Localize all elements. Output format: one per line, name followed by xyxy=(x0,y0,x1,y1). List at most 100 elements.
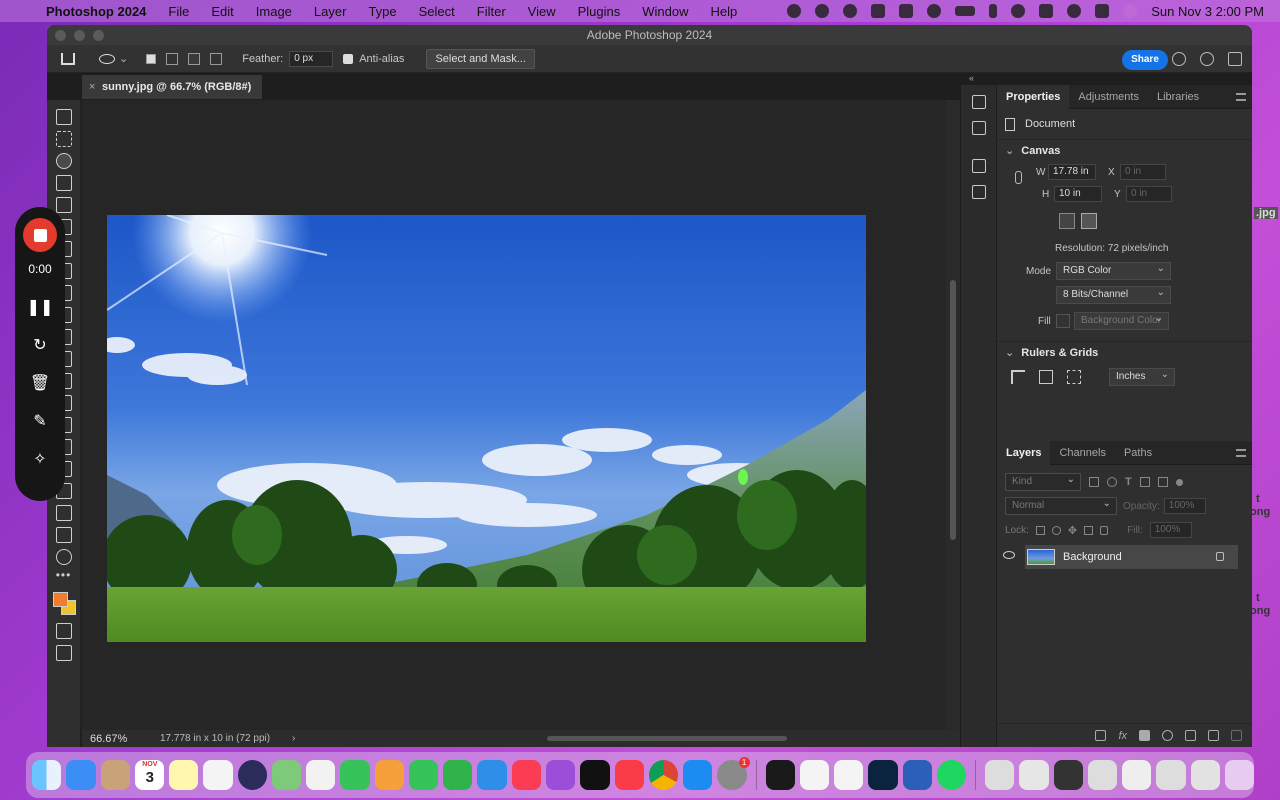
maps-icon[interactable] xyxy=(271,760,302,790)
tab-libraries[interactable]: Libraries xyxy=(1148,85,1208,109)
pencil-icon[interactable]: ✎ xyxy=(33,411,46,435)
quick-selection-tool-icon[interactable] xyxy=(55,175,72,191)
menu-view[interactable]: View xyxy=(528,4,556,19)
character-icon[interactable] xyxy=(971,159,986,173)
menu-file[interactable]: File xyxy=(168,4,189,19)
minimized-window-thumbnail[interactable] xyxy=(1053,760,1083,790)
fill-dropdown[interactable]: Background Color xyxy=(1074,311,1169,330)
filter-toggle-icon[interactable] xyxy=(1175,478,1183,486)
contacts-icon[interactable] xyxy=(100,760,130,790)
tab-layers[interactable]: Layers xyxy=(997,440,1051,465)
height-input[interactable]: 10 in xyxy=(1054,186,1102,202)
history-icon[interactable] xyxy=(971,95,986,109)
spotlight-search-icon[interactable] xyxy=(1067,4,1082,18)
more-tools-icon[interactable]: ••• xyxy=(56,568,72,582)
grammarly-g-icon[interactable] xyxy=(871,4,886,18)
stop-recording-button[interactable] xyxy=(23,218,57,252)
paragraph-icon[interactable] xyxy=(971,185,986,199)
minimized-window-thumbnail[interactable] xyxy=(1122,760,1152,790)
play-icon[interactable] xyxy=(927,4,942,18)
close-window-button[interactable] xyxy=(55,30,66,41)
battery-icon[interactable] xyxy=(955,6,976,16)
link-layers-icon[interactable] xyxy=(1095,730,1107,741)
document-image[interactable] xyxy=(107,215,866,642)
bits-dropdown[interactable]: 8 Bits/Channel xyxy=(1056,285,1171,304)
messages-icon[interactable] xyxy=(408,760,439,790)
zoom-window-button[interactable] xyxy=(93,30,104,41)
hand-tool-icon[interactable] xyxy=(55,527,72,543)
zoom-level[interactable]: 66.67% xyxy=(90,733,160,745)
filter-adjustment-icon[interactable] xyxy=(1107,477,1117,487)
trash-icon[interactable]: 🗑 xyxy=(30,373,50,397)
minimized-window-thumbnail[interactable] xyxy=(1019,760,1049,790)
search-icon[interactable] xyxy=(1172,52,1186,66)
zoom-tool-icon[interactable] xyxy=(55,549,72,565)
horizontal-scroll-thumb[interactable] xyxy=(547,736,787,741)
canvas-section-header[interactable]: ⌄ Canvas xyxy=(997,139,1252,161)
add-to-selection-icon[interactable] xyxy=(166,52,179,65)
minimized-window-thumbnail[interactable] xyxy=(1190,760,1220,790)
menubar-clock[interactable]: Sun Nov 3 2:00 PM xyxy=(1151,4,1264,19)
tab-adjustments[interactable]: Adjustments xyxy=(1069,85,1148,109)
menu-select[interactable]: Select xyxy=(419,4,455,19)
portrait-orientation-icon[interactable] xyxy=(1059,213,1075,229)
new-adjustment-icon[interactable] xyxy=(1162,730,1173,741)
music-icon[interactable] xyxy=(511,760,541,790)
finder-icon[interactable] xyxy=(32,760,62,790)
opacity-input[interactable]: 100% xyxy=(1163,498,1206,514)
tab-paths[interactable]: Paths xyxy=(1115,441,1161,465)
apple-tv-icon[interactable] xyxy=(580,760,610,790)
visibility-eye-icon[interactable] xyxy=(1003,551,1015,559)
siri-app-icon[interactable] xyxy=(237,760,267,790)
creative-cloud-app-icon[interactable] xyxy=(834,760,864,790)
menu-filter[interactable]: Filter xyxy=(477,4,506,19)
layer-kind-dropdown[interactable]: Kind xyxy=(1005,472,1081,491)
filter-pixel-icon[interactable] xyxy=(1089,477,1099,487)
vertical-scroll-thumb[interactable] xyxy=(950,280,956,540)
layer-thumbnail[interactable] xyxy=(1027,549,1055,565)
window-icon[interactable] xyxy=(1039,4,1054,18)
blend-mode-dropdown[interactable]: Normal xyxy=(1005,496,1117,515)
trash-dock-icon[interactable] xyxy=(1224,760,1255,790)
panel-menu-icon[interactable] xyxy=(1236,449,1246,457)
rectangle-tool-icon[interactable] xyxy=(55,505,72,521)
mail-icon[interactable] xyxy=(66,760,96,790)
menu-plugins[interactable]: Plugins xyxy=(578,4,621,19)
minimize-window-button[interactable] xyxy=(74,30,85,41)
add-mask-icon[interactable] xyxy=(1139,730,1150,741)
guides-icon[interactable] xyxy=(1067,370,1081,384)
bluetooth-icon[interactable] xyxy=(989,4,998,18)
photoshop-app-icon[interactable] xyxy=(868,760,898,790)
menu-image[interactable]: Image xyxy=(256,4,292,19)
calendar-icon[interactable]: NOV 3 xyxy=(134,760,165,790)
vertical-scrollbar[interactable] xyxy=(946,100,960,730)
keynote-icon[interactable] xyxy=(477,760,507,790)
layer-row-background[interactable]: Background xyxy=(1003,545,1238,569)
status-menu-arrow[interactable]: › xyxy=(292,733,295,744)
screen-share-icon[interactable] xyxy=(899,4,914,18)
photos-icon[interactable] xyxy=(306,760,336,790)
new-selection-icon[interactable] xyxy=(146,53,157,64)
creative-cloud-icon[interactable] xyxy=(787,4,802,18)
new-layer-icon[interactable] xyxy=(1208,730,1219,741)
screen-mode-icon[interactable] xyxy=(55,645,72,661)
app-store-icon[interactable] xyxy=(683,760,713,790)
terminal-icon[interactable] xyxy=(765,760,795,790)
fill-opacity-input[interactable]: 100% xyxy=(1149,522,1192,538)
crop-tool-icon[interactable] xyxy=(55,197,72,213)
tab-properties[interactable]: Properties xyxy=(997,84,1070,109)
freeform-icon[interactable] xyxy=(374,760,404,790)
subtract-from-selection-icon[interactable] xyxy=(188,52,201,65)
gear-icon[interactable] xyxy=(843,4,858,18)
help-icon[interactable] xyxy=(1200,52,1214,66)
panel-menu-icon[interactable] xyxy=(1236,93,1246,101)
menu-edit[interactable]: Edit xyxy=(211,4,233,19)
move-tool-icon[interactable] xyxy=(55,109,72,125)
numbers-icon[interactable] xyxy=(443,760,473,790)
word-icon[interactable] xyxy=(902,760,932,790)
wifi-icon[interactable] xyxy=(1011,4,1026,18)
antialias-checkbox[interactable] xyxy=(343,53,354,64)
landscape-orientation-icon[interactable] xyxy=(1081,213,1097,229)
rulers-section-header[interactable]: ⌄ Rulers & Grids xyxy=(997,341,1252,363)
width-input[interactable]: 17.78 in xyxy=(1048,164,1096,180)
